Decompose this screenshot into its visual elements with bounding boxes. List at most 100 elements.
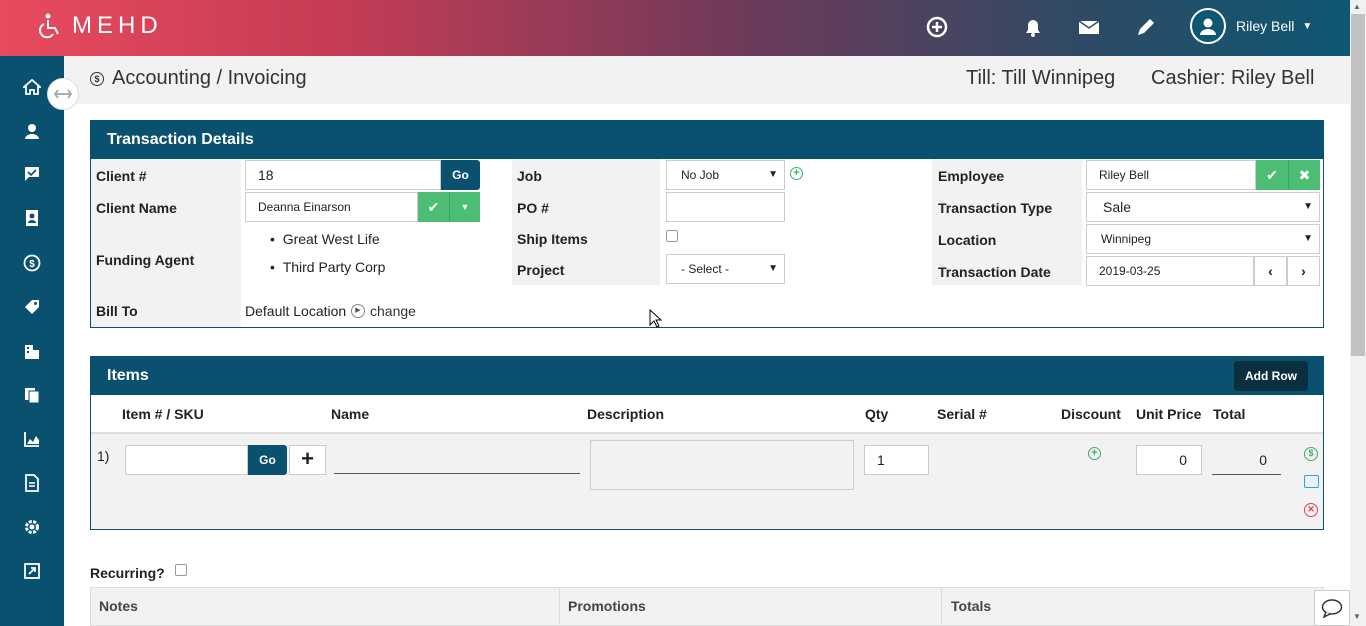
- logo-icon: [39, 13, 59, 39]
- price-dollar-icon[interactable]: $: [1304, 447, 1318, 461]
- tag-icon[interactable]: [20, 298, 44, 322]
- employee-label: Employee: [938, 168, 1005, 184]
- document-icon[interactable]: [20, 474, 44, 498]
- col-header-total: Total: [1213, 406, 1246, 422]
- project-label: Project: [517, 262, 565, 278]
- location-select[interactable]: Winnipeg ▼: [1086, 224, 1320, 254]
- client-go-button[interactable]: Go: [441, 160, 480, 190]
- transaction-date-label: Transaction Date: [938, 264, 1051, 280]
- brand-name: MEHD: [72, 12, 163, 39]
- dollar-icon[interactable]: $: [20, 254, 44, 278]
- caret-down-icon: ▼: [1302, 20, 1313, 32]
- external-link-icon[interactable]: [20, 562, 44, 586]
- avatar: [1190, 8, 1226, 44]
- client-name-input[interactable]: Deanna Einarson: [245, 192, 418, 222]
- divider: [559, 588, 560, 626]
- mail-icon[interactable]: [1078, 16, 1100, 43]
- remove-row-icon[interactable]: ✕: [1304, 503, 1318, 517]
- description-textarea[interactable]: [590, 440, 854, 490]
- promotions-heading: Promotions: [568, 598, 646, 614]
- unit-price-input[interactable]: 0: [1136, 445, 1202, 475]
- col-header-discount: Discount: [1061, 406, 1121, 422]
- transaction-type-select[interactable]: Sale ▼: [1086, 192, 1320, 222]
- add-circle-icon[interactable]: [926, 16, 948, 43]
- add-job-icon[interactable]: +: [790, 167, 803, 180]
- funding-agent-label: Funding Agent: [96, 252, 195, 268]
- clear-employee-button[interactable]: ✖: [1288, 160, 1320, 190]
- pencil-icon[interactable]: [1135, 16, 1157, 43]
- recurring-label: Recurring?: [90, 565, 165, 581]
- add-discount-icon[interactable]: +: [1088, 447, 1101, 460]
- mouse-cursor-icon: [649, 309, 663, 328]
- qty-input[interactable]: 1: [864, 445, 929, 475]
- building-icon[interactable]: [20, 342, 44, 366]
- ship-items-checkbox[interactable]: [666, 230, 678, 242]
- add-item-plus-button[interactable]: +: [289, 445, 326, 475]
- client-num-label: Client #: [96, 168, 147, 184]
- col-header-name: Name: [331, 406, 370, 422]
- till-label: Till: Till Winnipeg: [966, 67, 1116, 89]
- transaction-date-input[interactable]: 2019-03-25: [1086, 256, 1254, 286]
- sku-go-button[interactable]: Go: [248, 445, 287, 475]
- user-name: Riley Bell: [1236, 18, 1295, 34]
- col-header-description: Description: [587, 406, 665, 422]
- chat-button[interactable]: [1314, 590, 1350, 626]
- image-icon[interactable]: [1304, 475, 1319, 488]
- app-logo[interactable]: MEHD: [34, 12, 163, 40]
- location-label: Location: [938, 232, 997, 248]
- panel-heading: Items: [91, 357, 1323, 395]
- transaction-type-label: Transaction Type: [938, 200, 1053, 216]
- bottom-panels: [90, 587, 1324, 626]
- scrollbar-thumb[interactable]: [1351, 14, 1365, 356]
- scroll-down-icon[interactable]: ▼: [1353, 612, 1361, 621]
- col-header-serial: Serial #: [937, 406, 987, 422]
- col-header-sku: Item # / SKU: [122, 406, 204, 422]
- label-column-bg: [91, 159, 241, 327]
- chat-icon: [1321, 599, 1343, 618]
- employee-input[interactable]: Riley Bell: [1086, 160, 1256, 190]
- home-icon[interactable]: [20, 78, 44, 102]
- col-header-qty: Qty: [865, 406, 889, 422]
- client-name-label: Client Name: [96, 200, 177, 216]
- prev-date-button[interactable]: ‹: [1254, 256, 1287, 286]
- confirm-employee-button[interactable]: ✔: [1256, 160, 1288, 190]
- cashier-label: Cashier: Riley Bell: [1151, 67, 1315, 89]
- scroll-up-icon[interactable]: ▲: [1353, 2, 1361, 11]
- bell-icon[interactable]: [1022, 16, 1044, 43]
- funding-agent-item: • Third Party Corp: [270, 259, 386, 275]
- confirm-client-button[interactable]: ✔: [418, 192, 449, 222]
- col-header-unit-price: Unit Price: [1136, 406, 1202, 422]
- user-menu[interactable]: Riley Bell ▼: [1190, 8, 1312, 44]
- add-row-button[interactable]: Add Row: [1234, 361, 1308, 391]
- chart-icon[interactable]: [20, 430, 44, 454]
- clients-icon[interactable]: [20, 122, 44, 146]
- messages-icon[interactable]: [20, 165, 44, 189]
- notes-heading: Notes: [99, 598, 138, 614]
- contacts-icon[interactable]: [20, 209, 44, 233]
- bill-to-label: Bill To: [96, 303, 138, 319]
- row-index: 1): [97, 448, 110, 464]
- po-input[interactable]: [666, 192, 785, 222]
- item-name-input[interactable]: [334, 447, 580, 474]
- svg-text:$: $: [29, 259, 35, 270]
- project-select[interactable]: - Select - ▼: [666, 254, 785, 284]
- change-link[interactable]: change: [370, 303, 416, 319]
- job-select[interactable]: No Job ▼: [666, 160, 785, 190]
- divider: [941, 588, 942, 626]
- dollar-icon: $: [90, 71, 104, 86]
- job-label: Job: [517, 168, 542, 184]
- copy-icon[interactable]: [20, 386, 44, 410]
- play-circle-icon[interactable]: ▶: [351, 304, 365, 318]
- sku-input[interactable]: [125, 445, 248, 475]
- recurring-checkbox[interactable]: [175, 564, 187, 576]
- gear-icon[interactable]: [20, 518, 44, 542]
- client-num-input[interactable]: 18: [245, 160, 441, 190]
- total-value: 0: [1212, 445, 1281, 475]
- ship-items-label: Ship Items: [517, 231, 588, 247]
- bill-to-value: Default Location: [245, 303, 347, 319]
- sidebar-toggle-button[interactable]: [47, 78, 79, 110]
- totals-heading: Totals: [951, 598, 992, 614]
- funding-agent-item: • Great West Life: [270, 231, 380, 247]
- next-date-button[interactable]: ›: [1287, 256, 1320, 286]
- client-dropdown-button[interactable]: ▼: [449, 192, 480, 222]
